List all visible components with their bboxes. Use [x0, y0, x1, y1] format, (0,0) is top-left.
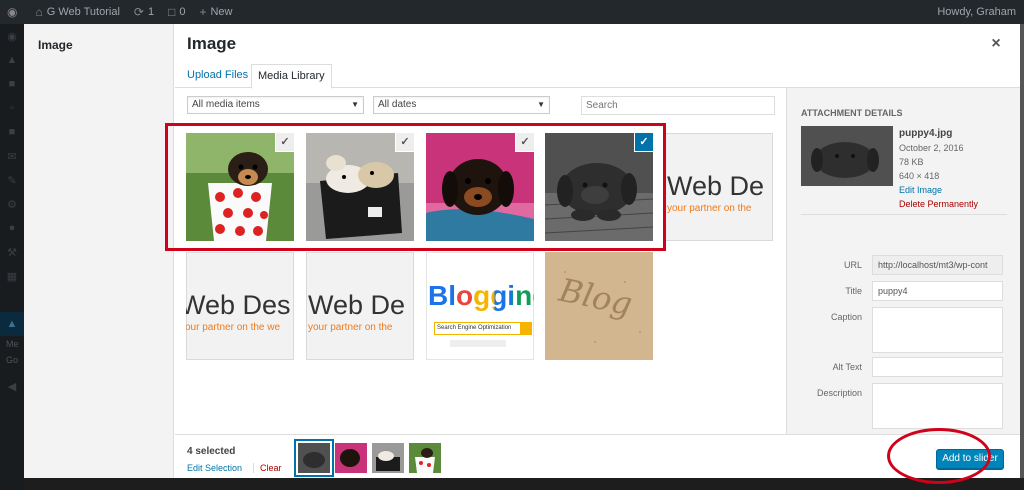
appearance-icon[interactable]: ✎ [0, 168, 24, 192]
web-design-tagline: your partner on the [308, 322, 393, 333]
updates-link[interactable]: ⟳ 1 [127, 0, 161, 24]
router-tabs: Upload Files Media Library [175, 62, 1020, 89]
attachment-web-design-3[interactable]: Web De your partner on the [306, 252, 414, 360]
frame-title: Image [187, 34, 237, 53]
media-menu: Image [24, 24, 174, 478]
details-heading: ATTACHMENT DETAILS [801, 108, 903, 118]
close-button[interactable]: × [986, 34, 1006, 54]
tools-icon[interactable]: ⚒ [0, 240, 24, 264]
plugins-icon[interactable]: ⚙ [0, 192, 24, 216]
web-design-tagline: your partner on the [667, 203, 752, 214]
selection-highlight-box [165, 123, 666, 251]
details-date: October 2, 2016 [899, 143, 964, 153]
clear-selection-link[interactable]: Clear [253, 463, 282, 473]
small-buttons-graphic [450, 340, 506, 347]
comments-icon[interactable]: ■ [0, 120, 24, 144]
attachment-web-design-2[interactable]: Web Des your partner on the we [186, 252, 294, 360]
blank-slot [0, 288, 24, 312]
alt-text-field[interactable] [872, 357, 1003, 377]
attachment-blogging[interactable]: Blogging Search Engine Optimization [426, 252, 534, 360]
delete-permanently-link[interactable]: Delete Permanently [899, 199, 978, 209]
search-box-graphic: Search Engine Optimization [434, 322, 530, 335]
web-design-logo-text: Web Des [186, 290, 291, 320]
site-name-link[interactable]: ⌂ G Web Tutorial [28, 0, 126, 24]
details-filename: puppy4.jpg [899, 128, 953, 139]
collapse-icon[interactable]: ◀ [0, 374, 24, 398]
web-design-tagline: your partner on the we [186, 322, 281, 333]
web-design-logo-text: Web De [308, 290, 406, 320]
admin-bar: ◉ ⌂ G Web Tutorial ⟳ 1 □ 0 + New Howdy, Grah… [0, 0, 1024, 24]
url-field[interactable]: http://localhost/mt3/wp-cont [872, 255, 1003, 275]
selection-thumb-puppy-2[interactable] [372, 443, 404, 473]
selection-thumb-puppy-1[interactable] [409, 443, 441, 473]
date-filter[interactable]: All dates ▼ [373, 96, 550, 114]
menu-label-partial[interactable]: Go [0, 352, 24, 368]
search-input[interactable] [581, 96, 775, 115]
edit-image-link[interactable]: Edit Image [899, 185, 942, 195]
caption-textarea[interactable] [872, 307, 1003, 353]
menu-label-partial[interactable]: Me [0, 336, 24, 352]
media-modal: Image Image × Upload Files Media Library… [24, 24, 1020, 478]
caption-label: Caption [830, 312, 862, 322]
url-label: URL [843, 260, 862, 270]
users-icon[interactable]: ● [0, 216, 24, 240]
attachment-web-design-1[interactable]: Web De your partner on the [665, 133, 773, 241]
attachment-details-sidebar: ATTACHMENT DETAILS puppy4.jpg October 2,… [786, 88, 1020, 434]
divider [801, 214, 1007, 215]
title-label: Title [845, 286, 862, 296]
media-type-filter[interactable]: All media items ▼ [187, 96, 364, 114]
comment-icon: □ [168, 5, 176, 19]
mail-icon[interactable]: ✉ [0, 144, 24, 168]
pin-icon[interactable]: ▲ [0, 48, 24, 72]
slider-icon[interactable]: ▲ [0, 312, 24, 336]
tab-upload-files[interactable]: Upload Files [181, 64, 254, 89]
admin-menu: ◉ ▲ ■ ▫ ■ ✉ ✎ ⚙ ● ⚒ ▦ ▲ Me Go ◀ [0, 24, 24, 490]
web-design-logo-text: Web De [667, 171, 765, 201]
magnifier-icon [520, 322, 532, 335]
account-greeting[interactable]: Howdy, Graham [937, 6, 1024, 18]
pages-icon[interactable]: ▫ [0, 96, 24, 120]
details-size: 78 KB [899, 157, 924, 167]
dashboard-icon[interactable]: ◉ [0, 24, 24, 48]
comments-link[interactable]: □ 0 [161, 0, 192, 24]
plus-icon: + [199, 5, 207, 19]
description-textarea[interactable] [872, 383, 1003, 429]
title-field[interactable]: puppy4 [872, 281, 1003, 301]
media-icon[interactable]: ■ [0, 72, 24, 96]
blogging-title: Blogging [428, 280, 534, 312]
refresh-icon: ⟳ [133, 5, 144, 19]
alt-text-label: Alt Text [832, 362, 862, 372]
selection-thumb-puppy-4[interactable] [298, 443, 330, 473]
modal-backdrop [24, 478, 1024, 490]
new-content-link[interactable]: + New [192, 0, 239, 24]
edit-selection-link[interactable]: Edit Selection [187, 463, 242, 473]
description-label: Description [816, 388, 862, 398]
home-icon: ⌂ [35, 5, 43, 19]
settings-icon[interactable]: ▦ [0, 264, 24, 288]
selection-thumb-puppy-3[interactable] [335, 443, 367, 473]
chevron-down-icon: ▼ [351, 100, 359, 109]
selection-count: 4 selected [187, 446, 236, 457]
chevron-down-icon: ▼ [537, 100, 545, 109]
details-thumbnail [801, 126, 893, 186]
wordpress-logo-icon[interactable]: ◉ [0, 0, 28, 24]
button-highlight-oval [887, 428, 991, 484]
media-menu-item-image[interactable]: Image [38, 38, 73, 52]
tab-media-library[interactable]: Media Library [251, 64, 332, 89]
attachment-blog-sand[interactable]: Blog [545, 252, 653, 360]
details-dimensions: 640 × 418 [899, 171, 940, 181]
